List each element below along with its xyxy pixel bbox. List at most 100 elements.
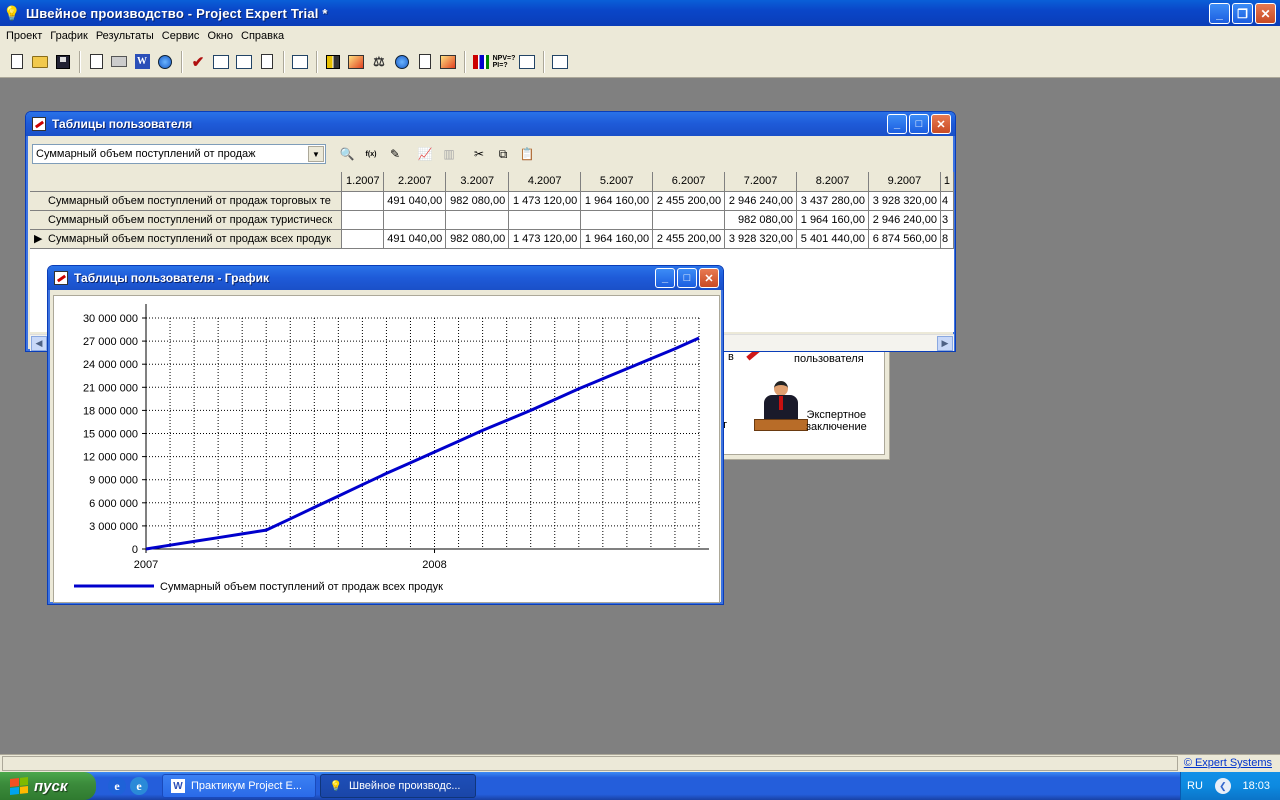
table-row[interactable]: Суммарный объем поступлений от продаж то…	[30, 191, 954, 211]
cell[interactable]	[580, 210, 654, 230]
cell[interactable]: 3 928 320,00	[868, 191, 941, 211]
chevron-down-icon[interactable]: ▼	[308, 146, 324, 162]
cell[interactable]: 1 473 120,00	[508, 191, 582, 211]
cut-button[interactable]: ✂	[468, 144, 490, 164]
column-header[interactable]: 2.2007	[383, 172, 447, 192]
cell[interactable]: 982 080,00	[445, 191, 510, 211]
scroll-left-button[interactable]: ◀	[31, 336, 47, 351]
chevron-left-icon[interactable]: ❮	[1214, 778, 1231, 794]
table-row[interactable]: ▶ Суммарный объем поступлений от продаж в…	[30, 229, 954, 249]
table-select-combo[interactable]: Суммарный объем поступлений от продаж ▼	[32, 144, 326, 164]
cell[interactable]: 5 401 440,00	[796, 229, 869, 249]
column-header[interactable]: 4.2007	[508, 172, 582, 192]
calculator-button[interactable]	[549, 51, 571, 73]
maximize-button[interactable]: □	[677, 268, 697, 288]
notes-button[interactable]	[256, 51, 278, 73]
cell[interactable]: 982 080,00	[445, 229, 510, 249]
menu-project[interactable]: Проект	[4, 30, 48, 42]
new-button[interactable]	[6, 51, 28, 73]
menu-results[interactable]: Результаты	[94, 30, 160, 42]
table-row[interactable]: Суммарный объем поступлений от продаж ту…	[30, 210, 954, 230]
maximize-button[interactable]: □	[909, 114, 929, 134]
internet-button[interactable]	[154, 51, 176, 73]
cell[interactable]: 6 874 560,00	[868, 229, 941, 249]
column-header[interactable]: 1	[940, 172, 954, 192]
eraser-button[interactable]: ✎	[384, 144, 406, 164]
column-header[interactable]: 1.2007	[341, 172, 385, 192]
columns-button[interactable]	[322, 51, 344, 73]
check-button[interactable]: ✔	[187, 51, 209, 73]
ie-icon[interactable]: e	[108, 777, 126, 795]
expert-systems-link[interactable]: © Expert Systems	[1184, 757, 1272, 769]
bar-chart-button[interactable]	[470, 51, 492, 73]
row-header[interactable]: ▶ Суммарный объем поступлений от продаж в…	[30, 229, 343, 249]
cell[interactable]: 982 080,00	[724, 210, 798, 230]
chart-options-button[interactable]: ▥	[438, 144, 460, 164]
options-button[interactable]	[210, 51, 232, 73]
npv-button[interactable]: NPV=? PI=?	[493, 51, 516, 73]
copy-button[interactable]: ⧉	[492, 144, 514, 164]
expert-conclusion-link[interactable]: Экспертное заключение	[806, 409, 867, 433]
cell[interactable]: 1 473 120,00	[508, 229, 582, 249]
cell[interactable]: 491 040,00	[383, 229, 447, 249]
calendar-button[interactable]	[289, 51, 311, 73]
close-button[interactable]: ✕	[931, 114, 951, 134]
task-button-practicum[interactable]: W Практикум Project E...	[162, 774, 316, 798]
paste-button[interactable]: 📋	[516, 144, 538, 164]
cell[interactable]: 2 946 240,00	[868, 210, 941, 230]
cashflow-button[interactable]	[345, 51, 367, 73]
user-tables-button[interactable]	[414, 51, 436, 73]
sensitivity-button[interactable]	[516, 51, 538, 73]
column-header[interactable]: 6.2007	[652, 172, 726, 192]
column-header[interactable]: 5.2007	[580, 172, 654, 192]
word-export-button[interactable]: W	[131, 51, 153, 73]
cell[interactable]: 1 964 160,00	[796, 210, 869, 230]
language-indicator[interactable]: RU	[1187, 780, 1203, 792]
column-header[interactable]: 9.2007	[868, 172, 941, 192]
edit-table-button[interactable]: 🔍	[336, 144, 358, 164]
column-header[interactable]: 8.2007	[796, 172, 869, 192]
cell[interactable]	[508, 210, 582, 230]
chart-area[interactable]: 0 3 000 000 6 000 000 9 000 000 12 000 000 15…	[53, 295, 720, 603]
exchange-button[interactable]	[233, 51, 255, 73]
minimize-button[interactable]: _	[655, 268, 675, 288]
balance-button[interactable]: ⚖	[368, 51, 390, 73]
scroll-right-button[interactable]: ▶	[937, 336, 953, 351]
close-button[interactable]: ✕	[699, 268, 719, 288]
cell[interactable]	[341, 191, 385, 211]
cell[interactable]: 4	[940, 191, 954, 211]
column-header[interactable]: 3.2007	[445, 172, 510, 192]
start-button[interactable]: пуск	[0, 772, 96, 800]
print-button[interactable]	[108, 51, 130, 73]
report-button[interactable]	[391, 51, 413, 73]
save-button[interactable]	[52, 51, 74, 73]
cell[interactable]: 8	[940, 229, 954, 249]
ie-alt-icon[interactable]: e	[130, 777, 148, 795]
row-header[interactable]: Суммарный объем поступлений от продаж ту…	[30, 210, 343, 230]
preview-button[interactable]	[85, 51, 107, 73]
cell[interactable]	[445, 210, 510, 230]
clock[interactable]: 18:03	[1242, 780, 1270, 792]
menu-chart[interactable]: График	[48, 30, 94, 42]
restore-button[interactable]: ❐	[1232, 3, 1253, 24]
column-header[interactable]: 7.2007	[724, 172, 798, 192]
cell[interactable]	[383, 210, 447, 230]
menu-help[interactable]: Справка	[239, 30, 290, 42]
menu-service[interactable]: Сервис	[160, 30, 206, 42]
cell[interactable]: 3 437 280,00	[796, 191, 869, 211]
minimize-button[interactable]: _	[887, 114, 907, 134]
cell[interactable]: 3 928 320,00	[724, 229, 798, 249]
chart-button[interactable]	[437, 51, 459, 73]
cell[interactable]	[341, 229, 385, 249]
open-button[interactable]	[29, 51, 51, 73]
cell[interactable]	[341, 210, 385, 230]
user-tables-link[interactable]: пользователя	[794, 353, 864, 365]
cell[interactable]: 2 455 200,00	[652, 229, 726, 249]
menu-window[interactable]: Окно	[205, 30, 239, 42]
cell[interactable]: 2 946 240,00	[724, 191, 798, 211]
row-header[interactable]: Суммарный объем поступлений от продаж то…	[30, 191, 343, 211]
task-button-project[interactable]: 💡 Швейное производс...	[320, 774, 476, 798]
cell[interactable]: 491 040,00	[383, 191, 447, 211]
expert-person-icon[interactable]	[754, 381, 808, 433]
close-button[interactable]: ✕	[1255, 3, 1276, 24]
